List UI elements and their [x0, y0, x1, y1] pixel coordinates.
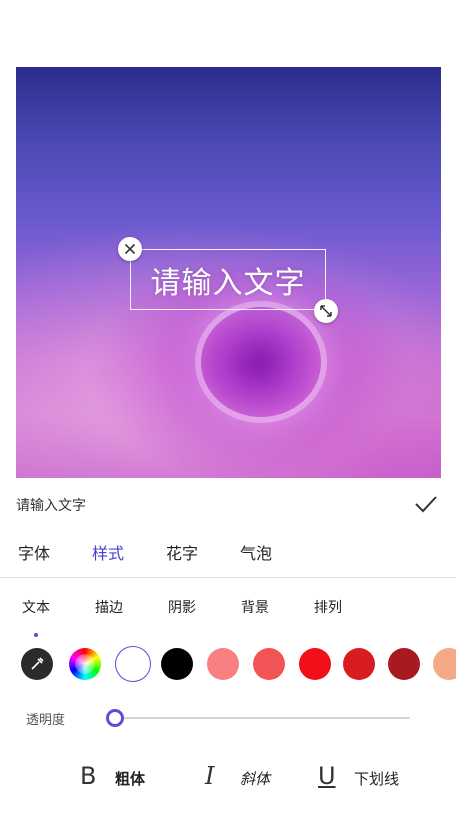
opacity-slider-thumb[interactable]: [106, 709, 124, 727]
text-overlay-box[interactable]: 请输入文字: [130, 249, 326, 310]
tab-fancy-text[interactable]: 花字: [166, 540, 198, 564]
italic-icon[interactable]: I: [205, 762, 214, 790]
subtab-background[interactable]: 背景: [241, 597, 269, 617]
tab-font[interactable]: 字体: [18, 540, 50, 564]
active-subtab-indicator: [34, 633, 38, 637]
text-input-field[interactable]: 请输入文字: [16, 495, 86, 515]
coral-red-swatch[interactable]: [253, 648, 285, 680]
opacity-label: 透明度: [26, 713, 66, 728]
underline-icon[interactable]: U: [318, 762, 336, 790]
opacity-slider-track[interactable]: [112, 717, 410, 719]
main-tabs: 字体 样式 花字 气泡: [0, 540, 456, 568]
subtab-shadow[interactable]: 阴影: [168, 597, 196, 617]
eyedropper-button[interactable]: [21, 648, 53, 680]
resize-text-button[interactable]: [314, 299, 338, 323]
check-icon[interactable]: [414, 494, 438, 514]
italic-button[interactable]: 斜体: [240, 768, 270, 789]
format-row: B 粗体 I 斜体 U 下划线: [0, 762, 456, 792]
subtab-arrangement[interactable]: 排列: [314, 597, 342, 617]
tab-bubble[interactable]: 气泡: [240, 540, 272, 564]
black-swatch[interactable]: [161, 648, 193, 680]
opacity-row: 透明度: [0, 706, 456, 730]
subtab-text[interactable]: 文本: [22, 597, 50, 617]
bold-icon[interactable]: B: [80, 762, 96, 790]
dark-red-swatch[interactable]: [388, 648, 420, 680]
wallpaper-swirl: [201, 307, 321, 417]
eyedropper-icon: [31, 657, 44, 670]
delete-text-button[interactable]: [118, 237, 142, 261]
color-wheel-swatch[interactable]: [69, 648, 101, 680]
color-swatch-row: [0, 646, 456, 684]
close-icon: [124, 243, 136, 255]
tab-style[interactable]: 样式: [92, 540, 124, 564]
text-input-row: 请输入文字: [0, 486, 456, 522]
crimson-swatch[interactable]: [343, 648, 375, 680]
peach-swatch[interactable]: [433, 648, 456, 680]
salmon-swatch[interactable]: [207, 648, 239, 680]
bold-button[interactable]: 粗体: [115, 768, 145, 789]
underline-button[interactable]: 下划线: [354, 768, 399, 789]
subtab-stroke[interactable]: 描边: [95, 597, 123, 617]
divider: [0, 577, 456, 578]
overlay-text[interactable]: 请输入文字: [151, 258, 306, 302]
white-swatch-selected[interactable]: [115, 646, 151, 682]
resize-arrows-icon: [320, 305, 332, 317]
style-subtabs: 文本 描边 阴影 背景 排列: [0, 597, 456, 619]
red-swatch[interactable]: [299, 648, 331, 680]
